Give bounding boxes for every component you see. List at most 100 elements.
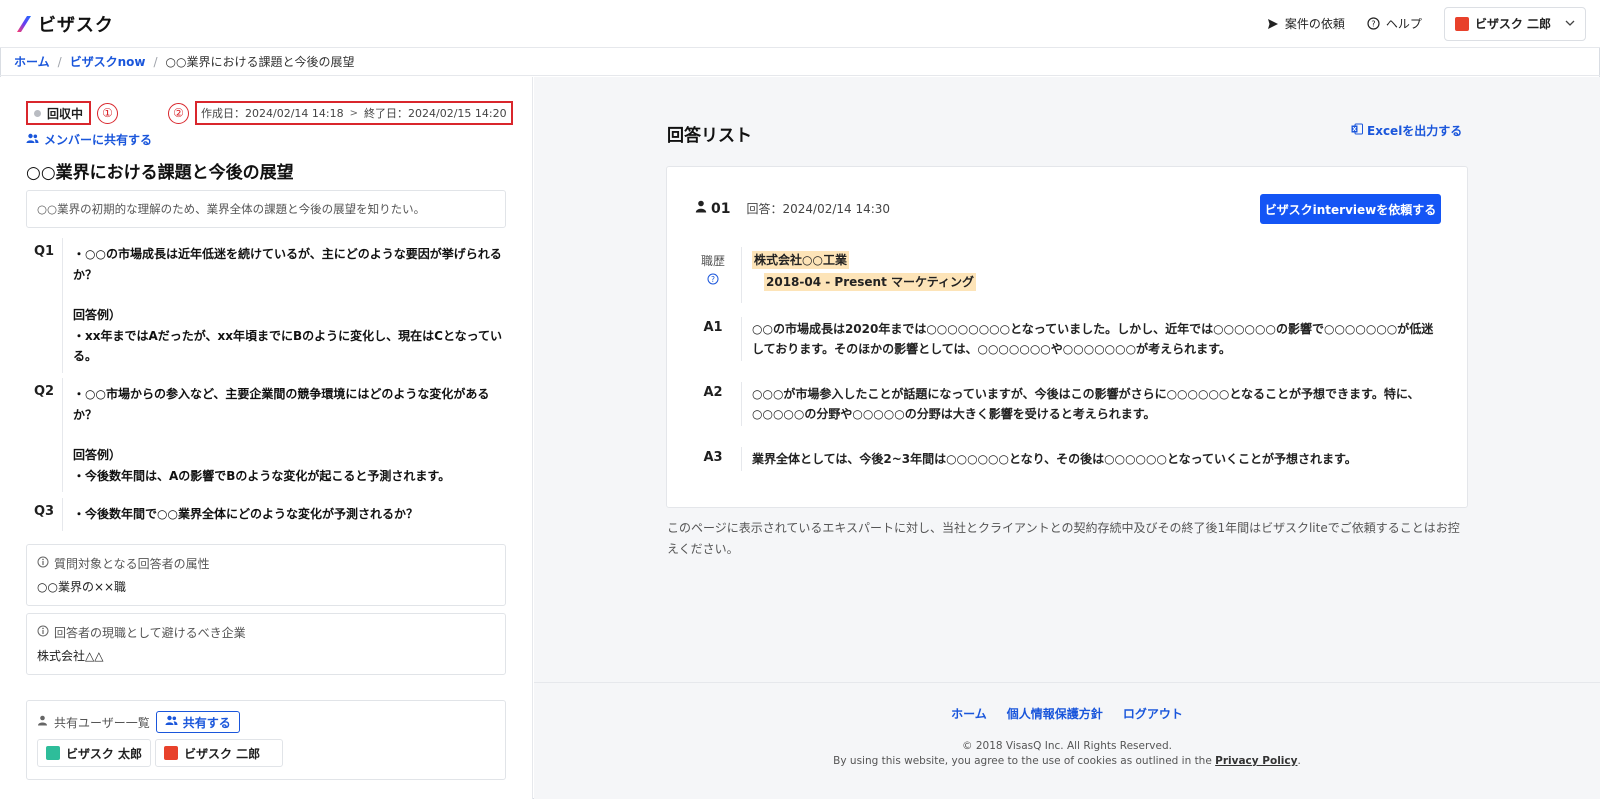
shared-user-name: ビザスク 二郎 (184, 746, 261, 761)
svg-text:?: ? (711, 275, 715, 284)
status-label: 回収中 (47, 106, 84, 121)
end-date: 終了日：2024/02/15 14:20 (364, 107, 507, 120)
info-icon (37, 556, 49, 571)
logo-text: ビザスク (38, 14, 114, 36)
target-attributes-title: 質問対象となる回答者の属性 (54, 557, 210, 571)
usage-notice: このページに表示されているエキスパートに対し、当社とクライアントとの契約存続中及… (667, 521, 1460, 556)
cookie-notice: By using this website, you agree to the … (534, 755, 1600, 767)
avoid-companies-title: 回答者の現職として避けるべき企業 (54, 626, 246, 640)
answer-text: ○○の市場成長は2020年までは○○○○○○○○となっていました。しかし、近年で… (741, 317, 1445, 361)
annotation-marker-1: ① (97, 102, 119, 124)
company-name: 株式会社○○工業 (752, 251, 849, 269)
help-label: ヘルプ (1385, 17, 1422, 31)
created-date: 作成日：2024/02/14 14:18 (201, 107, 344, 120)
request-case-label: 案件の依頼 (1284, 17, 1345, 31)
breadcrumb-separator: / (153, 54, 158, 69)
question-label: Q3 (34, 504, 55, 519)
breadcrumb-separator: / (57, 54, 62, 69)
answer-list-title: 回答リスト (667, 126, 752, 146)
users-icon (26, 133, 39, 147)
avatar (164, 746, 179, 760)
answer-label: A1 (703, 320, 723, 335)
answer-item: A3 業界全体としては、今後2~3年間は○○○○○○となり、その後は○○○○○○… (695, 447, 1445, 471)
target-attributes-value: ○○業界の××職 (37, 580, 127, 594)
answer-text: ○○○が市場参入したことが話題になっていますが、今後はこの影響がさらに○○○○○… (741, 382, 1445, 426)
answer-item: A2 ○○○が市場参入したことが話題になっていますが、今後はこの影響がさらに○○… (695, 382, 1445, 426)
breadcrumb-section[interactable]: ビザスクnow (70, 53, 146, 70)
purpose-text: ○○業界の初期的な理解のため、業界全体の課題と今後の展望を知りたい。 (26, 190, 506, 228)
breadcrumb-current: ○○業界における課題と今後の展望 (165, 55, 355, 69)
svg-text:?: ? (1371, 20, 1375, 29)
answer-card: 01 回答：2024/02/14 14:30 ビザスクinterviewを依頼す… (666, 166, 1468, 508)
user-name: ビザスク 二郎 (1474, 17, 1551, 31)
question-item: Q1 ・○○の市場成長は近年低迷を続けているが、主にどのような要因が挙げられるか… (26, 238, 506, 373)
answer-item: A1 ○○の市場成長は2020年までは○○○○○○○○となっていました。しかし、… (695, 317, 1445, 361)
question-item: Q2 ・○○市場からの参入など、主要企業間の競争環境にはどのような変化があるか？… (26, 378, 506, 492)
question-item: Q3 ・今後数年間で○○業界全体にどのような変化が予測されるか？ (26, 498, 506, 531)
help-link[interactable]: ? ヘルプ (1367, 15, 1422, 32)
question-label: Q2 (34, 384, 55, 399)
avoid-companies-value: 株式会社△△ (37, 649, 104, 663)
info-icon (37, 625, 49, 640)
avatar (46, 746, 60, 760)
copyright: © 2018 VisasQ Inc. All Rights Reserved. (962, 740, 1172, 752)
share-button-label: 共有する (182, 715, 231, 730)
export-excel-label: Excelを出力する (1367, 124, 1463, 138)
footer-link-logout[interactable]: ログアウト (1123, 705, 1183, 722)
user-menu[interactable]: ビザスク 二郎 (1443, 6, 1586, 41)
cookie-text: By using this website, you agree to the … (833, 755, 1212, 767)
survey-detail-panel: 回収中 ① ② 作成日：2024/02/14 14:18 > 終了日：2024/… (0, 77, 533, 799)
example-label: 回答例） (73, 448, 122, 462)
help-circle-icon[interactable]: ? (695, 273, 731, 285)
cookie-period: . (1297, 755, 1301, 767)
response-date: 回答：2024/02/14 14:30 (746, 202, 891, 216)
send-icon (1267, 18, 1279, 30)
footer-link-privacy[interactable]: 個人情報保護方針 (1007, 705, 1103, 722)
request-case-link[interactable]: 案件の依頼 (1267, 15, 1345, 32)
respondent-id: 01 (695, 200, 730, 217)
example-label: 回答例） (73, 308, 122, 322)
target-attributes-box: 質問対象となる回答者の属性 ○○業界の××職 (26, 544, 506, 606)
request-interview-button[interactable]: ビザスクinterviewを依頼する (1260, 194, 1441, 224)
answer-label: A3 (703, 450, 723, 465)
question-circle-icon: ? (1367, 17, 1380, 30)
career-section: 職歴 ? 株式会社○○工業 2018-04 - Present マーケティング (695, 247, 1445, 303)
example-text: ・xx年まではAだったが、xx年頃までにBのように変化し、現在はCとなっている。 (73, 328, 503, 364)
export-excel-link[interactable]: X Excelを出力する (1351, 122, 1462, 139)
share-button[interactable]: 共有する (155, 711, 240, 733)
top-bar: ビザスク 案件の依頼 ? ヘルプ ビザスク 二郎 (0, 0, 1600, 48)
answer-text: 業界全体としては、今後2~3年間は○○○○○○となり、その後は○○○○○○となっ… (741, 447, 1445, 471)
question-text: ・○○市場からの参入など、主要企業間の競争環境にはどのような変化があるか？ (73, 387, 490, 422)
share-with-members-link[interactable]: メンバーに共有する (26, 131, 152, 148)
question-label: Q1 (34, 244, 55, 259)
breadcrumb: ホーム / ビザスクnow / ○○業界における課題と今後の展望 (0, 48, 1600, 76)
shared-users-box: 共有ユーザー一覧 共有する ビザスク 太郎 ビザスク 二郎 (26, 700, 506, 780)
logo-slash-icon (14, 14, 34, 34)
footer: ホーム 個人情報保護方針 ログアウト © 2018 VisasQ Inc. Al… (534, 682, 1600, 799)
logo[interactable]: ビザスク (14, 11, 114, 37)
user-icon (695, 200, 707, 217)
shared-users-title: 共有ユーザー一覧 (54, 715, 150, 730)
avoid-companies-box: 回答者の現職として避けるべき企業 株式会社△△ (26, 613, 506, 675)
share-with-members-label: メンバーに共有する (44, 133, 153, 147)
chevron-down-icon (1565, 18, 1575, 29)
status-badge: 回収中 (26, 101, 92, 125)
breadcrumb-home[interactable]: ホーム (14, 53, 50, 70)
date-range: 作成日：2024/02/14 14:18 > 終了日：2024/02/15 14… (195, 101, 513, 125)
privacy-policy-link[interactable]: Privacy Policy (1215, 755, 1297, 767)
answer-list-area: 回答リスト X Excelを出力する 01 回答：2024/02/14 14:3… (534, 77, 1600, 799)
question-text: ・○○の市場成長は近年低迷を続けているが、主にどのような要因が挙げられるか？ (73, 247, 502, 282)
shared-user-chip: ビザスク 二郎 (155, 739, 284, 767)
status-dot-icon (34, 109, 41, 117)
users-icon (165, 715, 178, 729)
user-icon (37, 715, 48, 729)
annotation-marker-2: ② (168, 102, 189, 124)
respondent-number: 01 (711, 200, 731, 217)
footer-link-home[interactable]: ホーム (951, 705, 987, 722)
career-label: 職歴 (700, 254, 725, 268)
example-text: ・今後数年間は、Aの影響でBのような変化が起こると予測されます。 (73, 468, 451, 483)
answer-label: A2 (703, 385, 723, 400)
shared-user-chip: ビザスク 太郎 (37, 739, 152, 767)
excel-icon: X (1351, 123, 1363, 138)
avatar (1454, 16, 1469, 31)
